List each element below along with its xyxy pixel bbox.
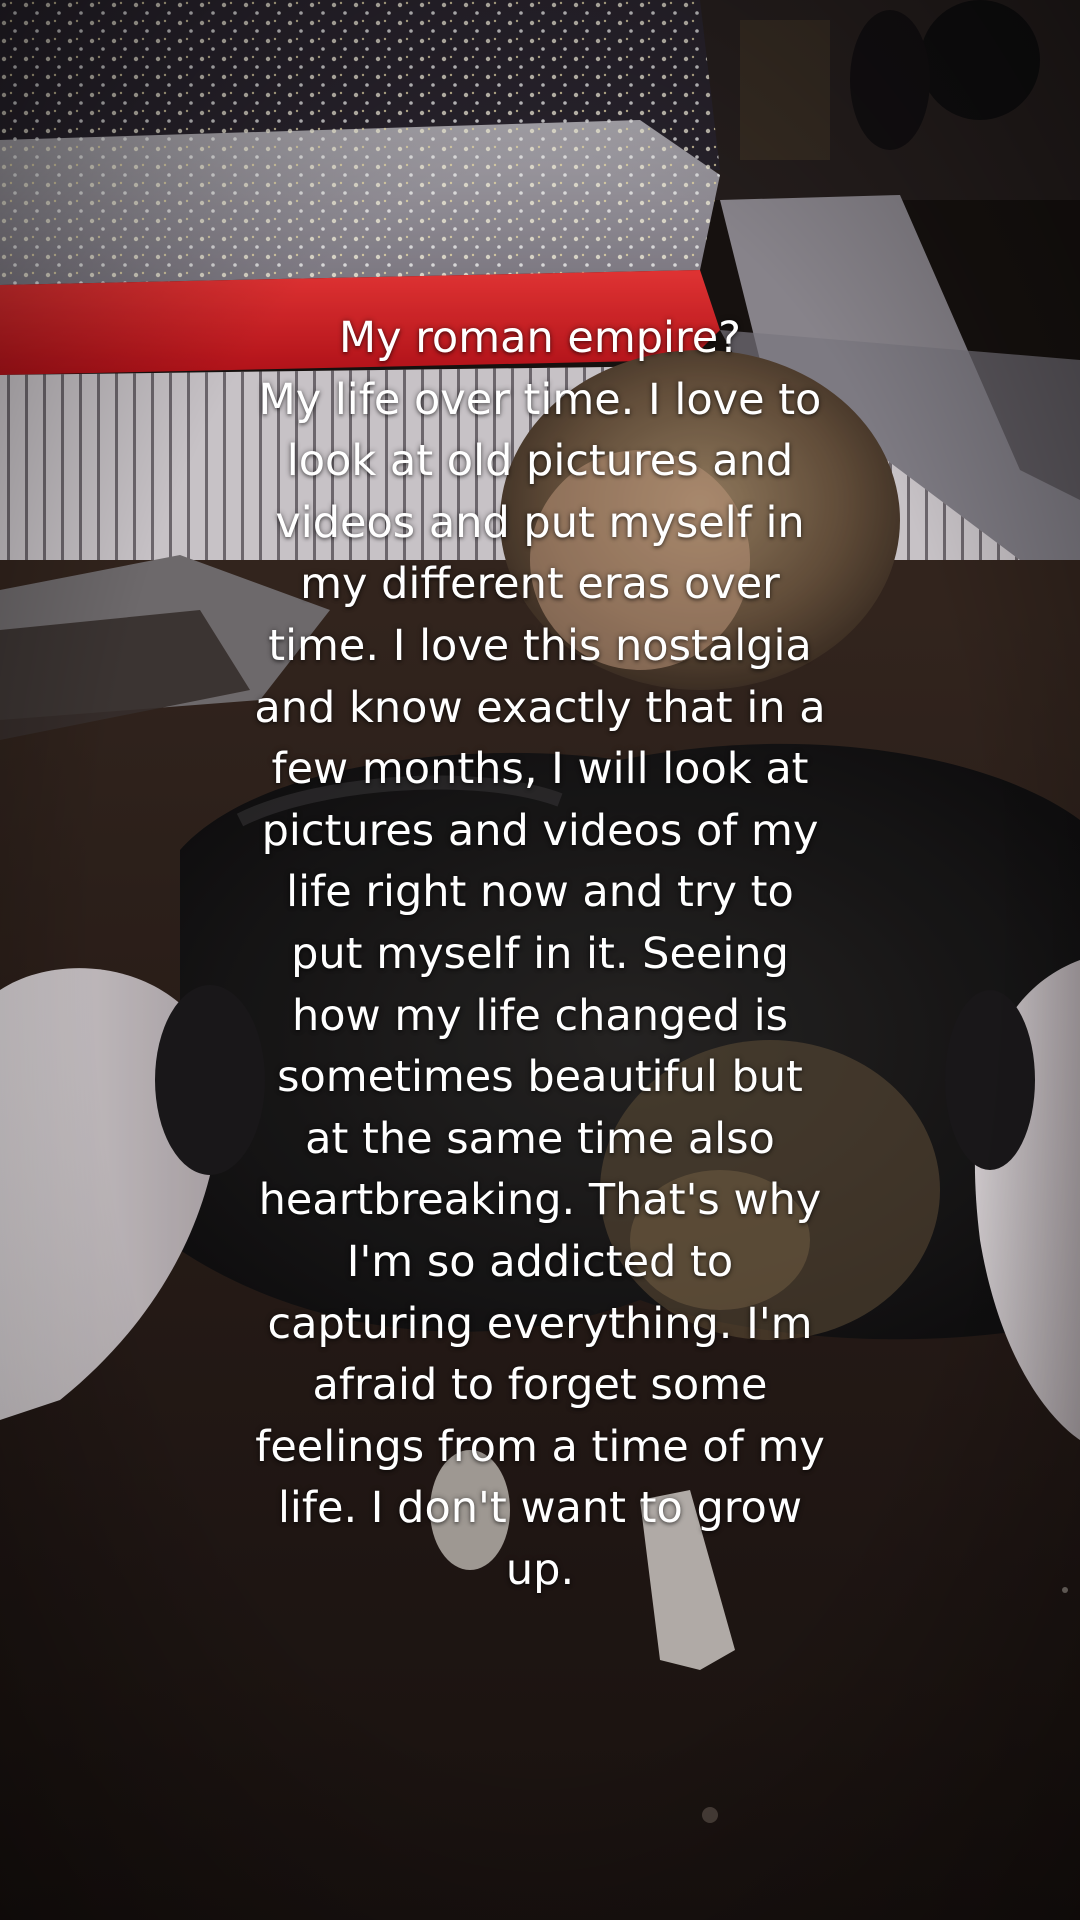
caption-line: how my life changed is xyxy=(291,990,789,1041)
caption-line: capturing everything. I'm xyxy=(267,1298,813,1349)
caption-line: I'm so addicted to xyxy=(346,1236,734,1287)
caption-line: time. I love this nostalgia xyxy=(268,620,812,671)
caption-line: heartbreaking. That's why xyxy=(258,1175,822,1226)
caption-line: pictures and videos of my xyxy=(261,805,819,856)
caption-line: videos and put myself in xyxy=(275,497,805,548)
caption-line: life. I don't want to grow xyxy=(277,1483,803,1534)
caption-line: afraid to forget some xyxy=(312,1360,768,1411)
caption-line: My roman empire? xyxy=(338,313,741,363)
caption-line: few months, I will look at xyxy=(271,744,809,795)
caption-line: look at old pictures and xyxy=(286,436,794,487)
caption-line: and know exactly that in a xyxy=(254,682,826,733)
caption-line: feelings from a time of my xyxy=(255,1421,825,1472)
caption-line: life right now and try to xyxy=(286,867,794,918)
caption-line: My life over time. I love to xyxy=(258,374,822,425)
caption-line: up. xyxy=(505,1544,575,1595)
video-frame: My roman empire? My life over time. I lo… xyxy=(0,0,1080,1920)
caption-text: My roman empire? My life over time. I lo… xyxy=(200,308,880,1601)
caption-line: sometimes beautiful but xyxy=(277,1052,803,1103)
caption-line: put myself in it. Seeing xyxy=(291,928,789,979)
caption-line: my different eras over xyxy=(300,559,780,610)
caption-line: at the same time also xyxy=(305,1113,775,1164)
